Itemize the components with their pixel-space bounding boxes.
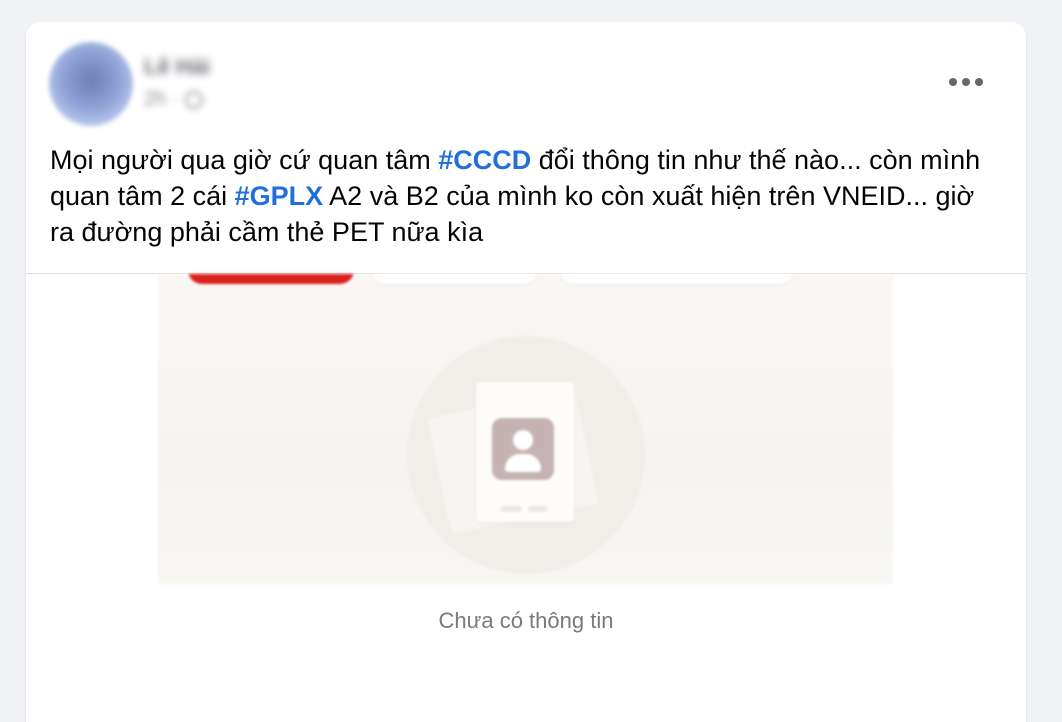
app-tab-active xyxy=(188,274,354,284)
attached-screenshot-image[interactable] xyxy=(158,274,893,584)
post-text: Mọi người qua giờ cứ quan tâm #CCCD đổi … xyxy=(50,142,990,250)
post-text-part: Mọi người qua giờ cứ quan tâm xyxy=(50,145,439,175)
person-card-icon xyxy=(492,418,554,480)
app-tab xyxy=(560,274,794,284)
post-media[interactable]: Chưa có thông tin xyxy=(26,274,1026,722)
app-tab xyxy=(372,274,538,284)
hashtag-link-gplx[interactable]: #GPLX xyxy=(235,181,324,211)
more-horizontal-icon xyxy=(949,78,957,86)
empty-state-label: Chưa có thông tin xyxy=(438,608,614,633)
post-timestamp[interactable]: 2h xyxy=(144,88,166,111)
author-name[interactable]: Lê Hải xyxy=(144,54,210,80)
card-line xyxy=(500,506,522,512)
author-avatar[interactable] xyxy=(49,42,133,126)
separator-dot: · xyxy=(172,88,179,110)
card-line xyxy=(528,506,548,512)
post-meta: 2h · xyxy=(144,88,203,111)
post-card: Lê Hải 2h · Mọi người qua giờ cứ quan tâ… xyxy=(26,22,1026,722)
hashtag-link-cccd[interactable]: #CCCD xyxy=(438,145,531,175)
globe-icon xyxy=(184,90,203,109)
more-options-button[interactable] xyxy=(942,66,990,98)
